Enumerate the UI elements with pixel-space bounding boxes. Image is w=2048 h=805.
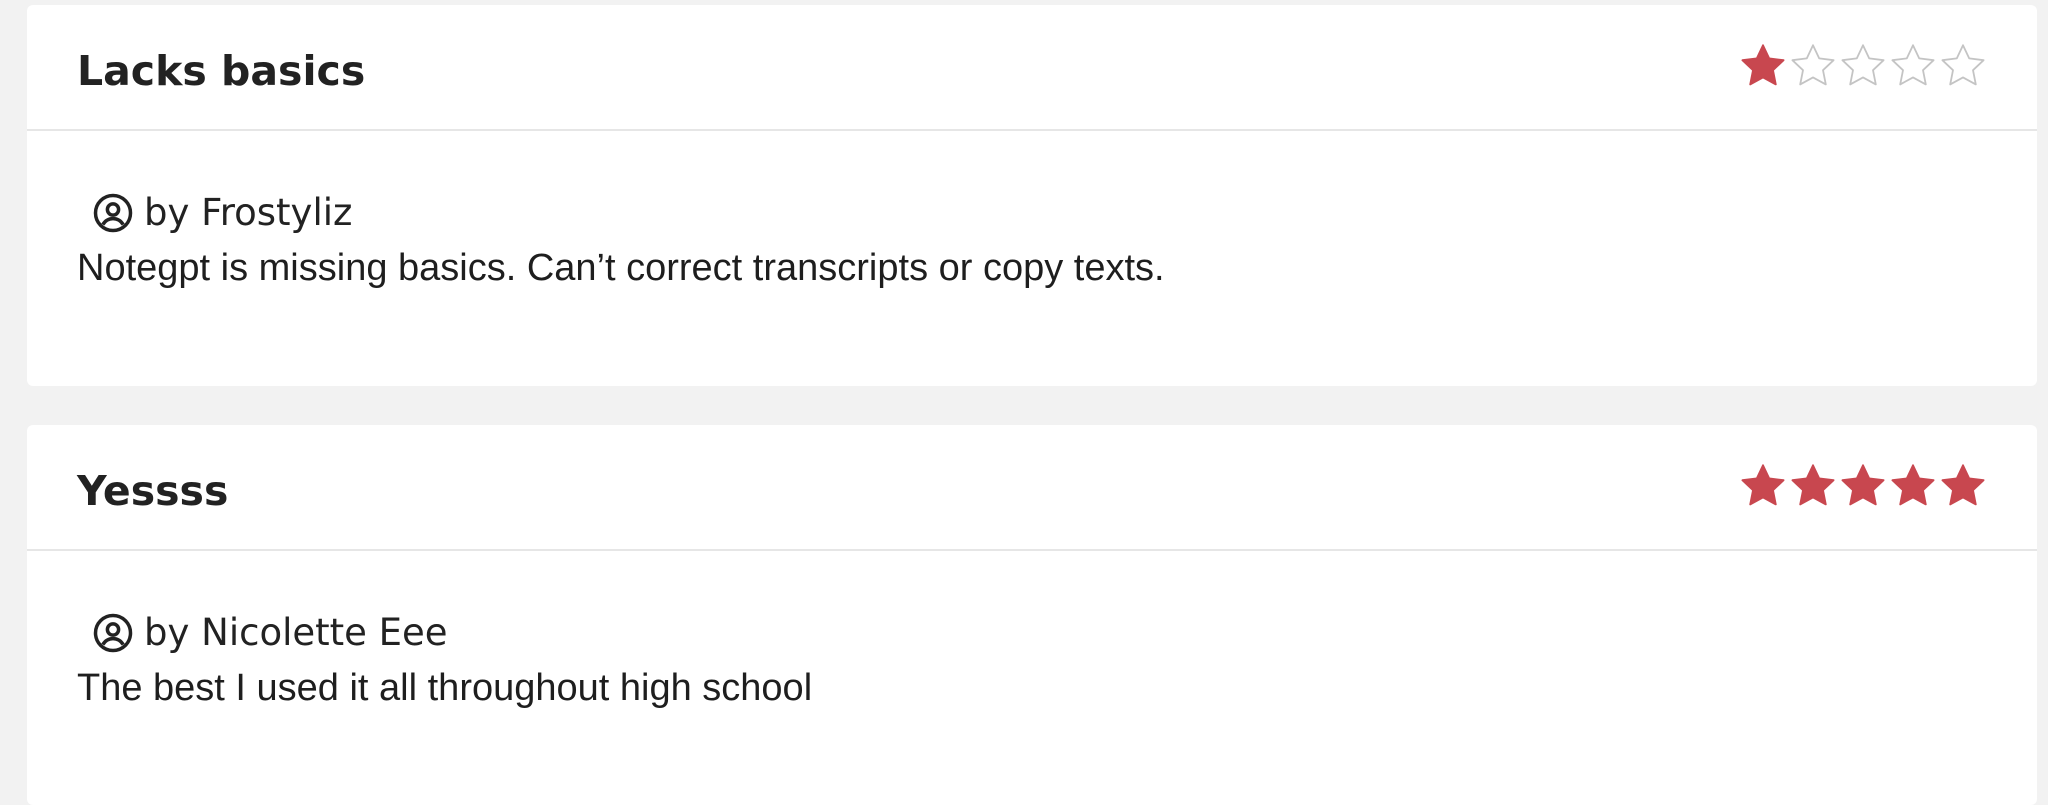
star-rating [1739,42,1987,90]
star-rating [1739,462,1987,510]
star-filled-icon [1939,462,1987,510]
star-empty-icon [1889,42,1937,90]
star-empty-icon [1789,42,1837,90]
star-filled-icon [1739,42,1787,90]
review-title: Yessss [77,467,229,515]
review-card: Yessss by Nicolette Eee The best I used … [27,425,2037,805]
user-circle-icon [92,612,134,654]
star-empty-icon [1939,42,1987,90]
author-name: by Frostyliz [144,191,353,234]
review-author: by Nicolette Eee [92,609,448,657]
author-name: by Nicolette Eee [144,611,448,654]
star-empty-icon [1839,42,1887,90]
review-header: Yessss [27,425,2037,551]
star-filled-icon [1839,462,1887,510]
star-filled-icon [1789,462,1837,510]
review-text: The best I used it all throughout high s… [77,667,813,709]
review-author: by Frostyliz [92,189,352,237]
review-title: Lacks basics [77,47,366,95]
review-header: Lacks basics [27,5,2037,131]
review-text: Notegpt is missing basics. Can’t correct… [77,247,1165,289]
star-filled-icon [1739,462,1787,510]
user-circle-icon [92,192,134,234]
star-filled-icon [1889,462,1937,510]
review-card: Lacks basics by Frostyliz Notegpt is mis… [27,5,2037,386]
